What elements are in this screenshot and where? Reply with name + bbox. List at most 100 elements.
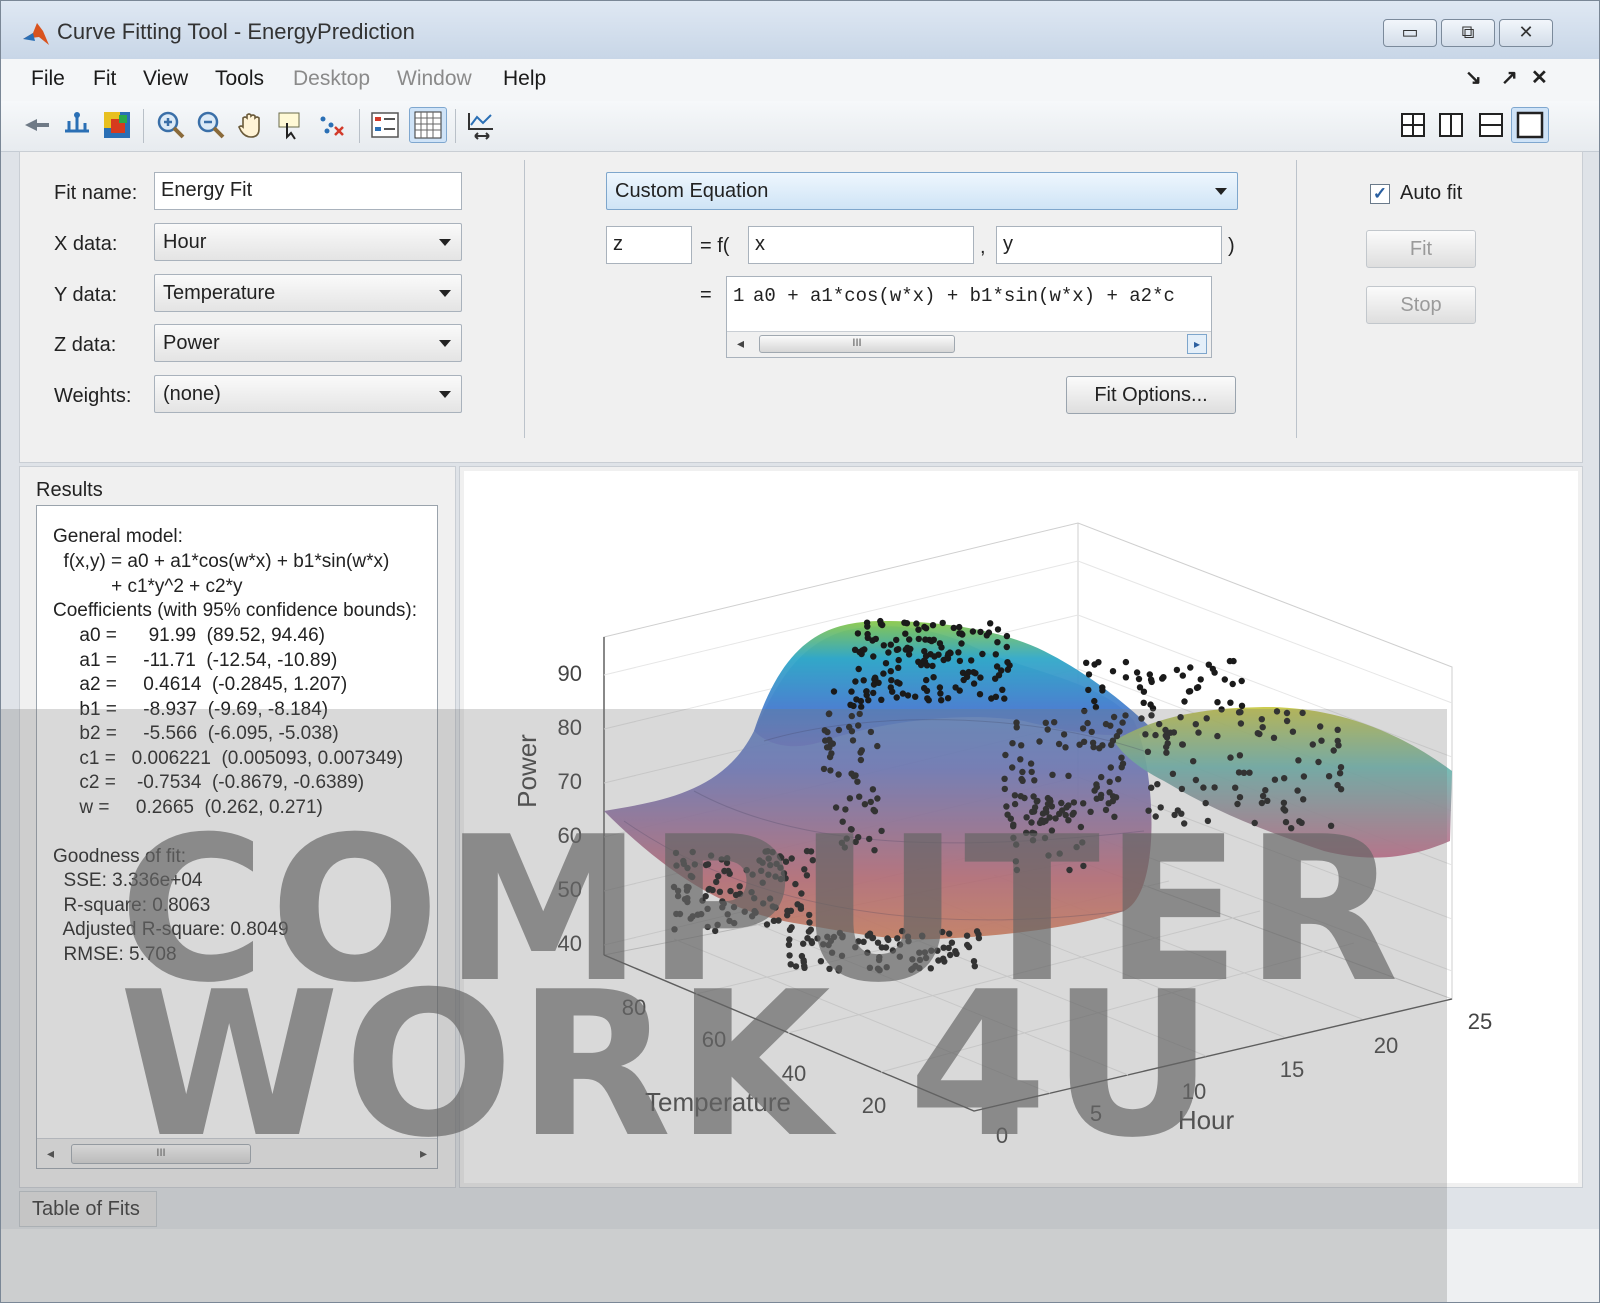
maximize-tile-button[interactable] bbox=[1511, 107, 1549, 143]
data-exclude-icon[interactable] bbox=[61, 109, 93, 141]
curve-fitting-window: Curve Fitting Tool - EnergyPrediction ▭ … bbox=[0, 0, 1600, 1303]
data-point bbox=[888, 677, 895, 684]
zoom-out-icon[interactable] bbox=[195, 109, 227, 141]
data-point bbox=[1159, 675, 1166, 682]
data-point bbox=[998, 667, 1005, 674]
results-line: General model: bbox=[53, 526, 183, 547]
data-point bbox=[1147, 701, 1154, 708]
data-point bbox=[936, 684, 944, 691]
data-point bbox=[904, 644, 911, 651]
menu-fit[interactable]: Fit bbox=[93, 67, 116, 91]
auto-fit-checkbox[interactable]: ✓ bbox=[1370, 184, 1390, 204]
scroll-right-icon[interactable]: ▸ bbox=[1187, 334, 1207, 354]
scroll-thumb[interactable]: III bbox=[759, 335, 955, 353]
menu-tools[interactable]: Tools bbox=[215, 67, 264, 91]
data-point bbox=[939, 619, 946, 627]
minimize-button[interactable]: ▭ bbox=[1383, 19, 1437, 47]
data-point bbox=[925, 697, 932, 704]
chevron-down-icon bbox=[439, 391, 451, 398]
x-variable-input[interactable]: x bbox=[748, 226, 974, 264]
data-point bbox=[1179, 672, 1186, 679]
data-point bbox=[895, 664, 902, 671]
data-point bbox=[1109, 668, 1117, 675]
data-point bbox=[1091, 697, 1098, 705]
auto-fit-label: Auto fit bbox=[1400, 182, 1463, 204]
scroll-left-icon[interactable]: ◂ bbox=[737, 335, 744, 352]
data-point bbox=[1091, 661, 1098, 668]
data-point bbox=[882, 660, 890, 667]
equation-editor[interactable]: 1 a0 + a1*cos(w*x) + b1*sin(w*x) + a2*c … bbox=[726, 276, 1212, 358]
axes-limits-icon[interactable] bbox=[465, 109, 497, 141]
menu-help[interactable]: Help bbox=[503, 67, 546, 91]
legend-icon[interactable] bbox=[369, 109, 401, 141]
y-variable-input[interactable]: y bbox=[996, 226, 1222, 264]
menu-file[interactable]: File bbox=[31, 67, 65, 91]
results-title: Results bbox=[36, 479, 103, 501]
results-line: Coefficients (with 95% confidence bounds… bbox=[53, 600, 418, 621]
data-point bbox=[992, 651, 999, 658]
pan-hand-icon[interactable] bbox=[235, 109, 267, 141]
fit-button[interactable]: Fit bbox=[1366, 230, 1476, 268]
grid-toggle-button[interactable] bbox=[409, 107, 447, 143]
z-variable-input[interactable]: z bbox=[606, 226, 692, 264]
x-data-select[interactable]: Hour bbox=[154, 223, 462, 261]
data-point bbox=[915, 635, 922, 643]
data-point bbox=[865, 697, 872, 704]
data-point bbox=[1221, 676, 1228, 683]
tile-all-icon[interactable] bbox=[1397, 109, 1429, 141]
menu-view[interactable]: View bbox=[143, 67, 188, 91]
data-point bbox=[1197, 676, 1204, 683]
toolbar-separator bbox=[359, 109, 360, 143]
data-point bbox=[979, 650, 986, 658]
back-icon[interactable] bbox=[21, 109, 53, 141]
equation-line-number: 1 bbox=[733, 285, 745, 307]
menu-window[interactable]: Window bbox=[397, 67, 472, 91]
data-point bbox=[893, 636, 900, 644]
data-point bbox=[944, 695, 952, 702]
top-bottom-tile-icon[interactable] bbox=[1475, 109, 1507, 141]
data-point bbox=[921, 623, 928, 631]
watermark-text: WORK 4U bbox=[119, 949, 1218, 1182]
equation-scrollbar[interactable]: ◂ III ▸ bbox=[727, 331, 1211, 357]
data-point bbox=[921, 648, 928, 655]
fit-options-button[interactable]: Fit Options... bbox=[1066, 376, 1236, 414]
data-point bbox=[950, 624, 957, 632]
data-point bbox=[923, 687, 931, 694]
data-point bbox=[1004, 666, 1012, 673]
grid-icon bbox=[414, 111, 442, 139]
fit-name-input[interactable]: Energy Fit bbox=[154, 172, 462, 210]
model-type-select[interactable]: Custom Equation bbox=[606, 172, 1238, 210]
equation-text[interactable]: a0 + a1*cos(w*x) + b1*sin(w*x) + a2*c bbox=[753, 285, 1175, 307]
close-window-button[interactable]: ✕ bbox=[1499, 19, 1553, 47]
y-data-value: Temperature bbox=[163, 282, 276, 304]
undock-icon[interactable]: ↗ bbox=[1501, 65, 1518, 90]
data-cursor-icon[interactable] bbox=[275, 109, 307, 141]
data-point bbox=[983, 632, 990, 639]
z-data-select[interactable]: Power bbox=[154, 324, 462, 362]
data-point bbox=[987, 620, 994, 627]
menu-desktop[interactable]: Desktop bbox=[293, 67, 370, 91]
dock-icon[interactable]: ↘ bbox=[1465, 65, 1482, 90]
colormap-icon[interactable] bbox=[101, 109, 133, 141]
data-point bbox=[994, 626, 1002, 633]
weights-value: (none) bbox=[163, 383, 221, 405]
data-point bbox=[929, 662, 936, 670]
data-point bbox=[1003, 632, 1011, 640]
data-point bbox=[923, 676, 930, 684]
x-data-label: X data: bbox=[54, 233, 118, 255]
z-tick: 90 bbox=[558, 661, 582, 686]
close-fit-icon[interactable]: ✕ bbox=[1531, 65, 1548, 90]
stop-button[interactable]: Stop bbox=[1366, 286, 1476, 324]
data-point bbox=[1209, 665, 1216, 673]
chevron-down-icon bbox=[1215, 188, 1227, 195]
data-point bbox=[937, 690, 944, 697]
y-data-select[interactable]: Temperature bbox=[154, 274, 462, 312]
left-right-tile-icon[interactable] bbox=[1435, 109, 1467, 141]
data-point bbox=[1238, 677, 1245, 685]
results-line: a0 = 91.99 (89.52, 94.46) bbox=[53, 625, 325, 646]
exclude-outliers-icon[interactable] bbox=[315, 109, 347, 141]
data-point bbox=[929, 622, 937, 629]
zoom-in-icon[interactable] bbox=[155, 109, 187, 141]
maximize-button[interactable]: ⧉ bbox=[1441, 19, 1495, 47]
weights-select[interactable]: (none) bbox=[154, 375, 462, 413]
